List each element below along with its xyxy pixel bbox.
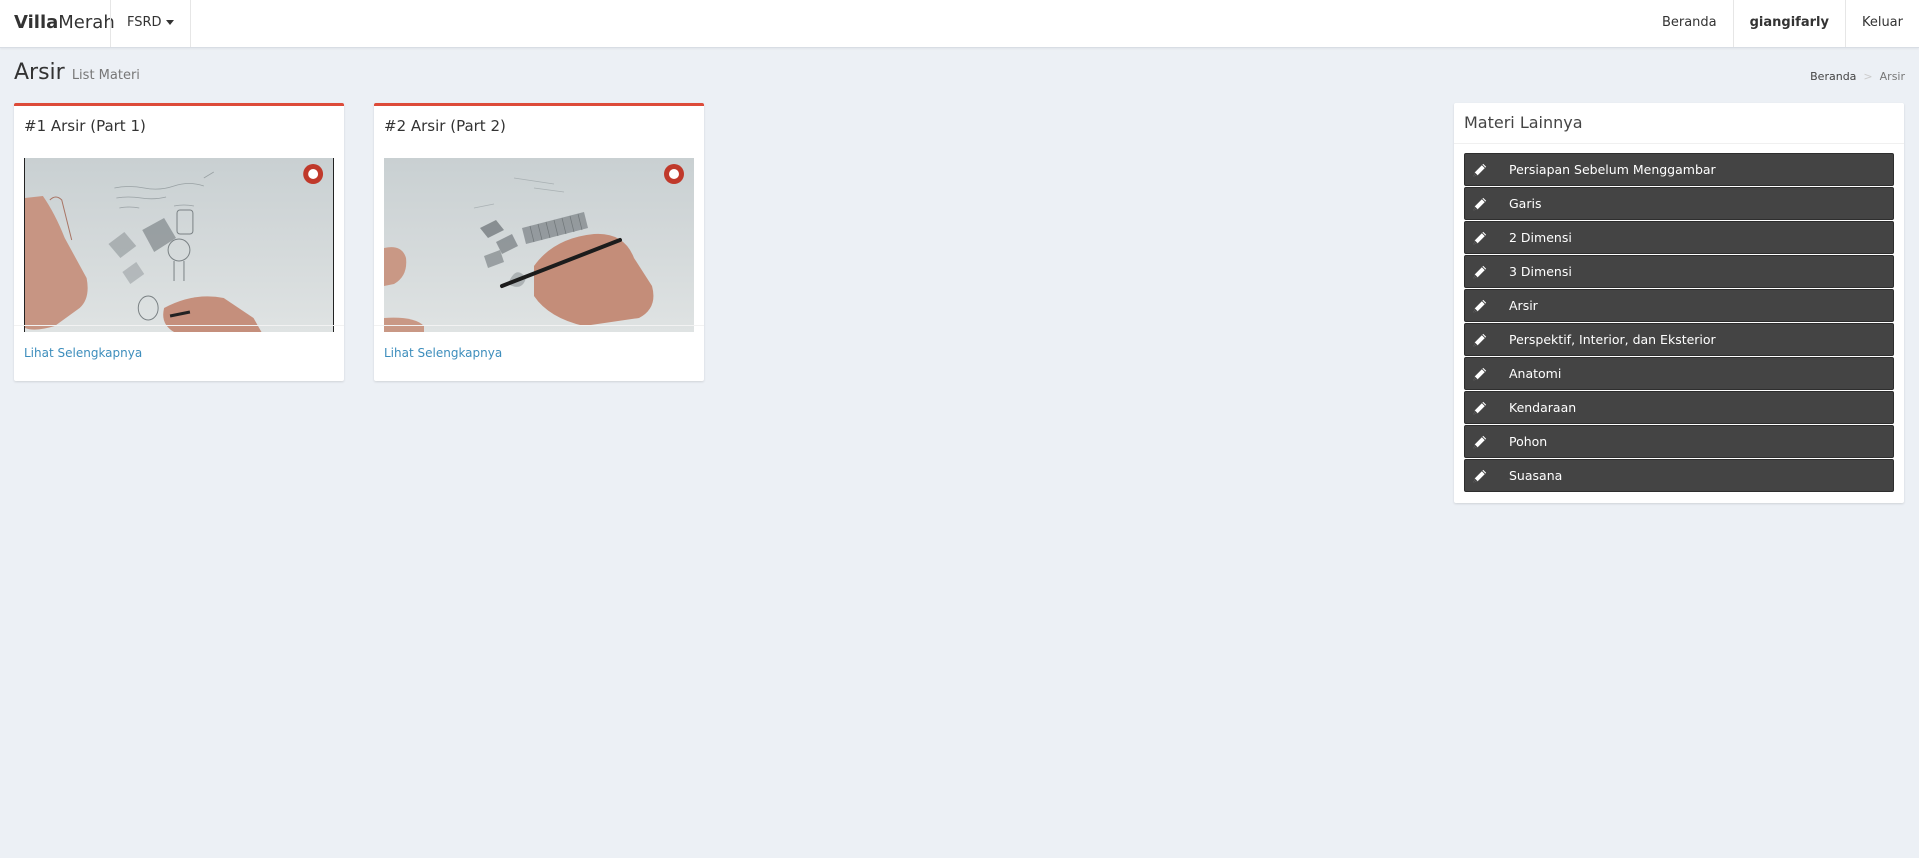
materi-item-label: Anatomi	[1509, 366, 1562, 381]
divider	[1454, 143, 1904, 144]
nav-link-keluar[interactable]: Keluar	[1846, 0, 1919, 47]
pencil-icon	[1465, 460, 1495, 491]
pencil-icon	[1465, 426, 1495, 457]
nav-right-links: Beranda giangifarly Keluar	[1646, 0, 1919, 47]
pencil-icon	[1465, 290, 1495, 321]
page-subtitle: List Materi	[71, 68, 140, 83]
pencil-icon	[1465, 358, 1495, 389]
breadcrumb-current: Arsir	[1879, 70, 1905, 83]
fsrd-dropdown[interactable]: FSRD	[110, 0, 191, 47]
nav-link-beranda[interactable]: Beranda	[1646, 0, 1733, 47]
card-footer: Lihat Selengkapnya	[14, 325, 344, 381]
page-title: Arsir	[14, 60, 65, 85]
materi-item-label: Persiapan Sebelum Menggambar	[1509, 162, 1716, 177]
caret-down-icon	[165, 20, 174, 25]
materi-item-3-dimensi[interactable]: 3 Dimensi	[1464, 255, 1894, 288]
materi-item-arsir[interactable]: Arsir	[1464, 289, 1894, 322]
card-title: #1 Arsir (Part 1)	[24, 117, 146, 135]
sketch-drawing-image	[25, 164, 324, 332]
materi-item-label: Perspektif, Interior, dan Eksterior	[1509, 332, 1716, 347]
card-footer: Lihat Selengkapnya	[374, 325, 704, 381]
pencil-icon	[1465, 256, 1495, 287]
sketch-drawing-image	[384, 164, 684, 332]
materi-lainnya-box: Materi Lainnya Persiapan Sebelum Menggam…	[1454, 103, 1904, 503]
materi-item-label: 3 Dimensi	[1509, 264, 1572, 279]
breadcrumb: Beranda > Arsir	[1810, 70, 1905, 83]
materi-item-pohon[interactable]: Pohon	[1464, 425, 1894, 458]
pencil-icon	[1465, 222, 1495, 253]
materi-item-anatomi[interactable]: Anatomi	[1464, 357, 1894, 390]
materi-card-1: #1 Arsir (Part 1) Lihat Selengkapnya	[14, 103, 344, 381]
pencil-icon	[1465, 188, 1495, 219]
nav-link-user[interactable]: giangifarly	[1732, 0, 1846, 47]
materi-item-persiapan[interactable]: Persiapan Sebelum Menggambar	[1464, 153, 1894, 186]
breadcrumb-separator: >	[1863, 70, 1873, 83]
sidebar-title: Materi Lainnya	[1464, 113, 1583, 132]
fsrd-dropdown-label: FSRD	[127, 15, 162, 30]
materi-item-kendaraan[interactable]: Kendaraan	[1464, 391, 1894, 424]
materi-item-label: Pohon	[1509, 434, 1548, 449]
top-navbar: VillaMerah FSRD Beranda giangifarly Kelu…	[0, 0, 1919, 48]
lihat-selengkapnya-link[interactable]: Lihat Selengkapnya	[384, 346, 502, 360]
materi-item-2-dimensi[interactable]: 2 Dimensi	[1464, 221, 1894, 254]
breadcrumb-home[interactable]: Beranda	[1810, 70, 1856, 83]
video-thumbnail[interactable]	[24, 158, 334, 332]
brand-bold: Villa	[14, 12, 59, 33]
lihat-selengkapnya-link[interactable]: Lihat Selengkapnya	[24, 346, 142, 360]
materi-item-label: Arsir	[1509, 298, 1538, 313]
brand-rest: Merah	[58, 12, 115, 33]
pencil-icon	[1465, 154, 1495, 185]
card-title: #2 Arsir (Part 2)	[384, 117, 506, 135]
materi-item-label: Suasana	[1509, 468, 1563, 483]
materi-card-2: #2 Arsir (Part 2) Lihat Selengkapnya	[374, 103, 704, 381]
materi-item-label: Kendaraan	[1509, 400, 1577, 415]
pencil-icon	[1465, 324, 1495, 355]
pencil-icon	[1465, 392, 1495, 423]
materi-item-perspektif[interactable]: Perspektif, Interior, dan Eksterior	[1464, 323, 1894, 356]
materi-list: Persiapan Sebelum Menggambar Garis 2 Dim…	[1464, 153, 1894, 493]
page-header: Arsir List Materi	[14, 60, 140, 85]
video-thumbnail[interactable]	[384, 158, 694, 332]
materi-item-label: Garis	[1509, 196, 1542, 211]
materi-item-label: 2 Dimensi	[1509, 230, 1572, 245]
materi-item-suasana[interactable]: Suasana	[1464, 459, 1894, 492]
materi-item-garis[interactable]: Garis	[1464, 187, 1894, 220]
